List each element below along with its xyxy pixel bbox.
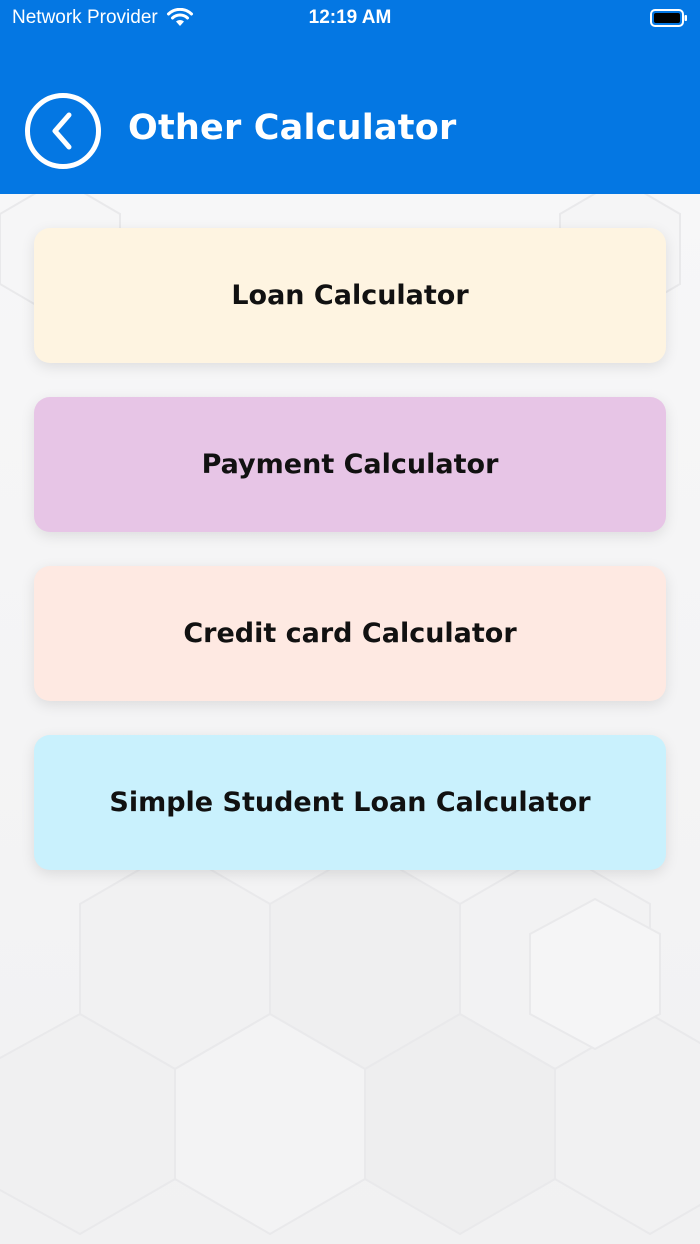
status-time: 12:19 AM [308,7,392,28]
student-loan-calculator-button[interactable]: Simple Student Loan Calculator [34,735,666,870]
payment-calculator-button[interactable]: Payment Calculator [34,397,666,532]
chevron-left-icon [52,112,72,150]
page-title: Other Calculator [128,108,457,148]
credit-card-calculator-label: Credit card Calculator [183,618,517,649]
loan-calculator-label: Loan Calculator [231,280,469,311]
credit-card-calculator-button[interactable]: Credit card Calculator [34,566,666,701]
calculator-menu: Loan Calculator Payment Calculator Credi… [34,228,666,904]
battery-icon [650,9,687,27]
back-button[interactable] [25,93,101,169]
app-header: Network Provider 12:19 AM Other Calculat… [0,0,700,194]
loan-calculator-button[interactable]: Loan Calculator [34,228,666,363]
student-loan-calculator-label: Simple Student Loan Calculator [109,787,591,818]
status-bar: Network Provider 12:19 AM [0,0,700,36]
payment-calculator-label: Payment Calculator [201,449,499,480]
